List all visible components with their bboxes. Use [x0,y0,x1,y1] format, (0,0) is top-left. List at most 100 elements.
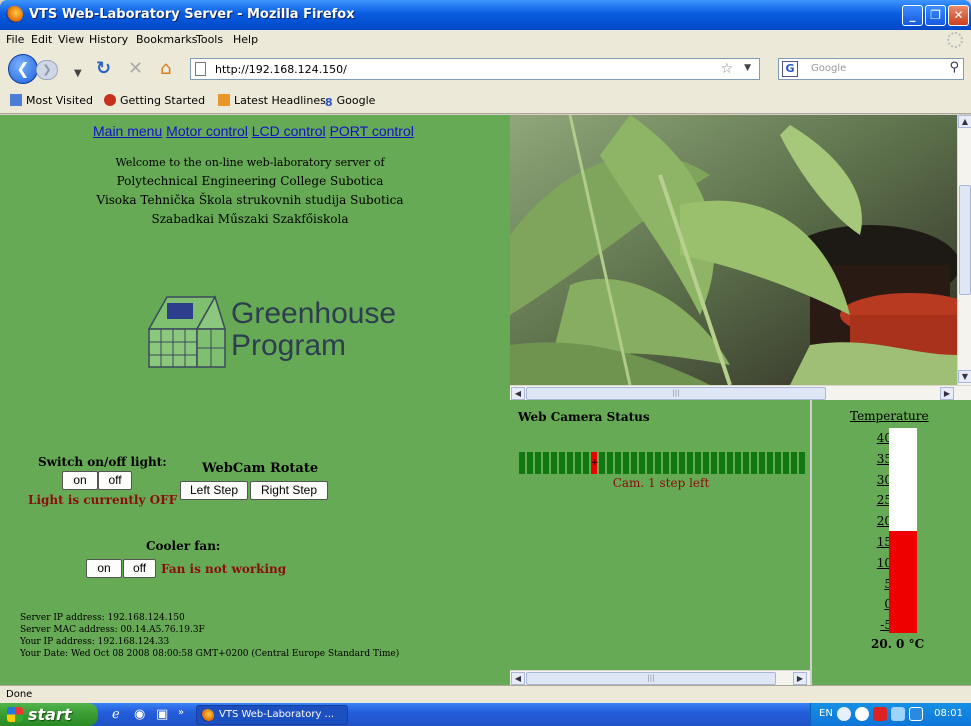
fan-off-button[interactable]: off [123,559,156,578]
temperature-reading: 20. 0 °C [871,637,925,651]
webcam-step [655,452,661,474]
scroll-right-icon[interactable]: ▶ [793,672,807,685]
history-dropdown-icon[interactable]: ▼ [74,64,82,84]
taskbar-item-firefox[interactable]: VTS Web-Laboratory ... [196,705,348,725]
home-icon[interactable]: ⌂ [160,59,171,79]
search-placeholder: Google [811,63,847,74]
most-visited-icon [10,94,22,106]
fan-label: Cooler fan: [146,539,221,553]
webcam-step [775,452,781,474]
left-step-button[interactable]: Left Step [180,481,248,500]
logo-title-line2: Program [231,329,347,362]
link-main-menu[interactable]: Main menu [93,123,162,139]
scroll-left-icon[interactable]: ◀ [511,387,525,400]
top-navigation: Main menu Motor control LCD control PORT… [93,123,414,139]
light-off-button[interactable]: off [98,471,132,490]
rss-icon [218,94,230,106]
webcam-step [647,452,653,474]
webcam-step [639,452,645,474]
google-engine-icon[interactable]: G [782,61,798,77]
reload-icon[interactable]: ↻ [96,59,111,79]
status-horizontal-scrollbar[interactable]: ◀ ||| ▶ [510,670,810,685]
back-button[interactable]: ❮ [8,54,38,84]
search-box[interactable]: G Google ⚲ [778,58,964,80]
language-indicator[interactable]: EN [819,708,833,719]
firefox-icon [6,6,23,23]
webcam-position-indicator: + [519,452,807,474]
title-bar: VTS Web-Laboratory Server - Mozilla Fire… [0,0,971,30]
webcam-step [791,452,797,474]
server-mac: Server MAC address: 00.14.A5.76.19.3F [20,625,205,635]
volume-icon[interactable] [891,707,905,721]
maximize-button[interactable]: ❐ [925,5,946,26]
bookmark-most-visited[interactable]: Most Visited [10,94,93,107]
bookmark-star-icon[interactable]: ☆ [720,61,733,77]
bookmark-latest-headlines[interactable]: Latest Headlines [218,94,326,107]
college-name-sr: Visoka Tehnička Škola strukovnih studija… [96,193,404,207]
start-button[interactable]: start [0,703,98,726]
webcam-step [767,452,773,474]
webcam-step [559,452,565,474]
monitor-icon[interactable] [909,707,923,721]
link-lcd-control[interactable]: LCD control [252,123,326,139]
webcam-status-title: Web Camera Status [518,410,650,424]
scroll-left-icon[interactable]: ◀ [511,672,525,685]
webcam-step [527,452,533,474]
temperature-panel: Temperature 4035302520151050-5 20. 0 °C [814,400,971,685]
welcome-line: Welcome to the on-line web-laboratory se… [115,156,385,169]
forward-button[interactable]: ❯ [36,60,58,80]
link-port-control[interactable]: PORT control [330,123,414,139]
thermometer [889,428,917,633]
server-info: Server IP address: 192.168.124.150 Serve… [20,612,399,660]
url-bar[interactable]: http://192.168.124.150/ ☆ ▼ [190,58,760,80]
fan-status: Fan is not working [161,562,287,576]
webcam-step [535,452,541,474]
start-label: start [28,705,72,724]
webcam-step [799,452,805,474]
college-name-hu: Szabadkai Műszaki Szakfőiskola [151,212,349,226]
light-label: Switch on/off light: [38,455,167,469]
scroll-down-icon[interactable]: ▼ [958,370,971,383]
menu-bookmarks[interactable]: Bookmarks [136,33,197,46]
scroll-thumb[interactable] [959,185,971,295]
search-icon[interactable]: ⚲ [949,60,959,75]
link-motor-control[interactable]: Motor control [166,123,248,139]
desktop-quicklaunch-icon[interactable]: ▣ [156,707,168,722]
network-icon[interactable] [855,707,869,721]
greenhouse-icon [147,295,227,368]
bookmark-google[interactable]: 8 Google [325,94,375,109]
scroll-thumb[interactable]: ||| [526,672,776,685]
webcam-status-message: Cam. 1 step left [612,476,710,490]
menu-view[interactable]: View [58,33,84,46]
more-quicklaunch-icon[interactable]: » [178,707,184,718]
menu-file[interactable]: File [6,33,24,46]
webcam-horizontal-scrollbar[interactable]: ◀ ||| ▶ [510,385,971,400]
fan-on-button[interactable]: on [86,559,122,578]
client-date: Your Date: Wed Oct 08 2008 08:00:58 GMT+… [20,649,400,659]
minimize-button[interactable]: _ [902,5,923,26]
webcam-image [510,115,957,385]
stop-icon[interactable]: ✕ [128,59,143,79]
right-step-button[interactable]: Right Step [250,481,328,500]
menu-history[interactable]: History [89,33,128,46]
getting-started-icon [104,94,116,106]
webcam-step [687,452,693,474]
menu-edit[interactable]: Edit [31,33,52,46]
scroll-up-icon[interactable]: ▲ [958,115,971,128]
menu-tools[interactable]: Tools [196,33,223,46]
firefox-quicklaunch-icon[interactable]: ◉ [134,707,145,722]
url-dropdown-icon[interactable]: ▼ [744,63,751,73]
scroll-right-icon[interactable]: ▶ [940,387,954,400]
url-text[interactable]: http://192.168.124.150/ [215,63,347,76]
menu-help[interactable]: Help [233,33,258,46]
close-button[interactable]: ✕ [948,5,969,26]
webcam-vertical-scrollbar[interactable]: ▲ ▼ [957,115,971,385]
tray-back-icon[interactable] [837,707,851,721]
temperature-title[interactable]: Temperature [850,409,929,423]
light-on-button[interactable]: on [62,471,98,490]
security-icon[interactable] [873,707,887,721]
bookmarks-toolbar: Most Visited Getting Started Latest Head… [0,88,971,114]
scroll-thumb[interactable]: ||| [526,387,826,400]
bookmark-getting-started[interactable]: Getting Started [104,94,205,107]
ie-quicklaunch-icon[interactable]: ℯ [112,707,120,722]
